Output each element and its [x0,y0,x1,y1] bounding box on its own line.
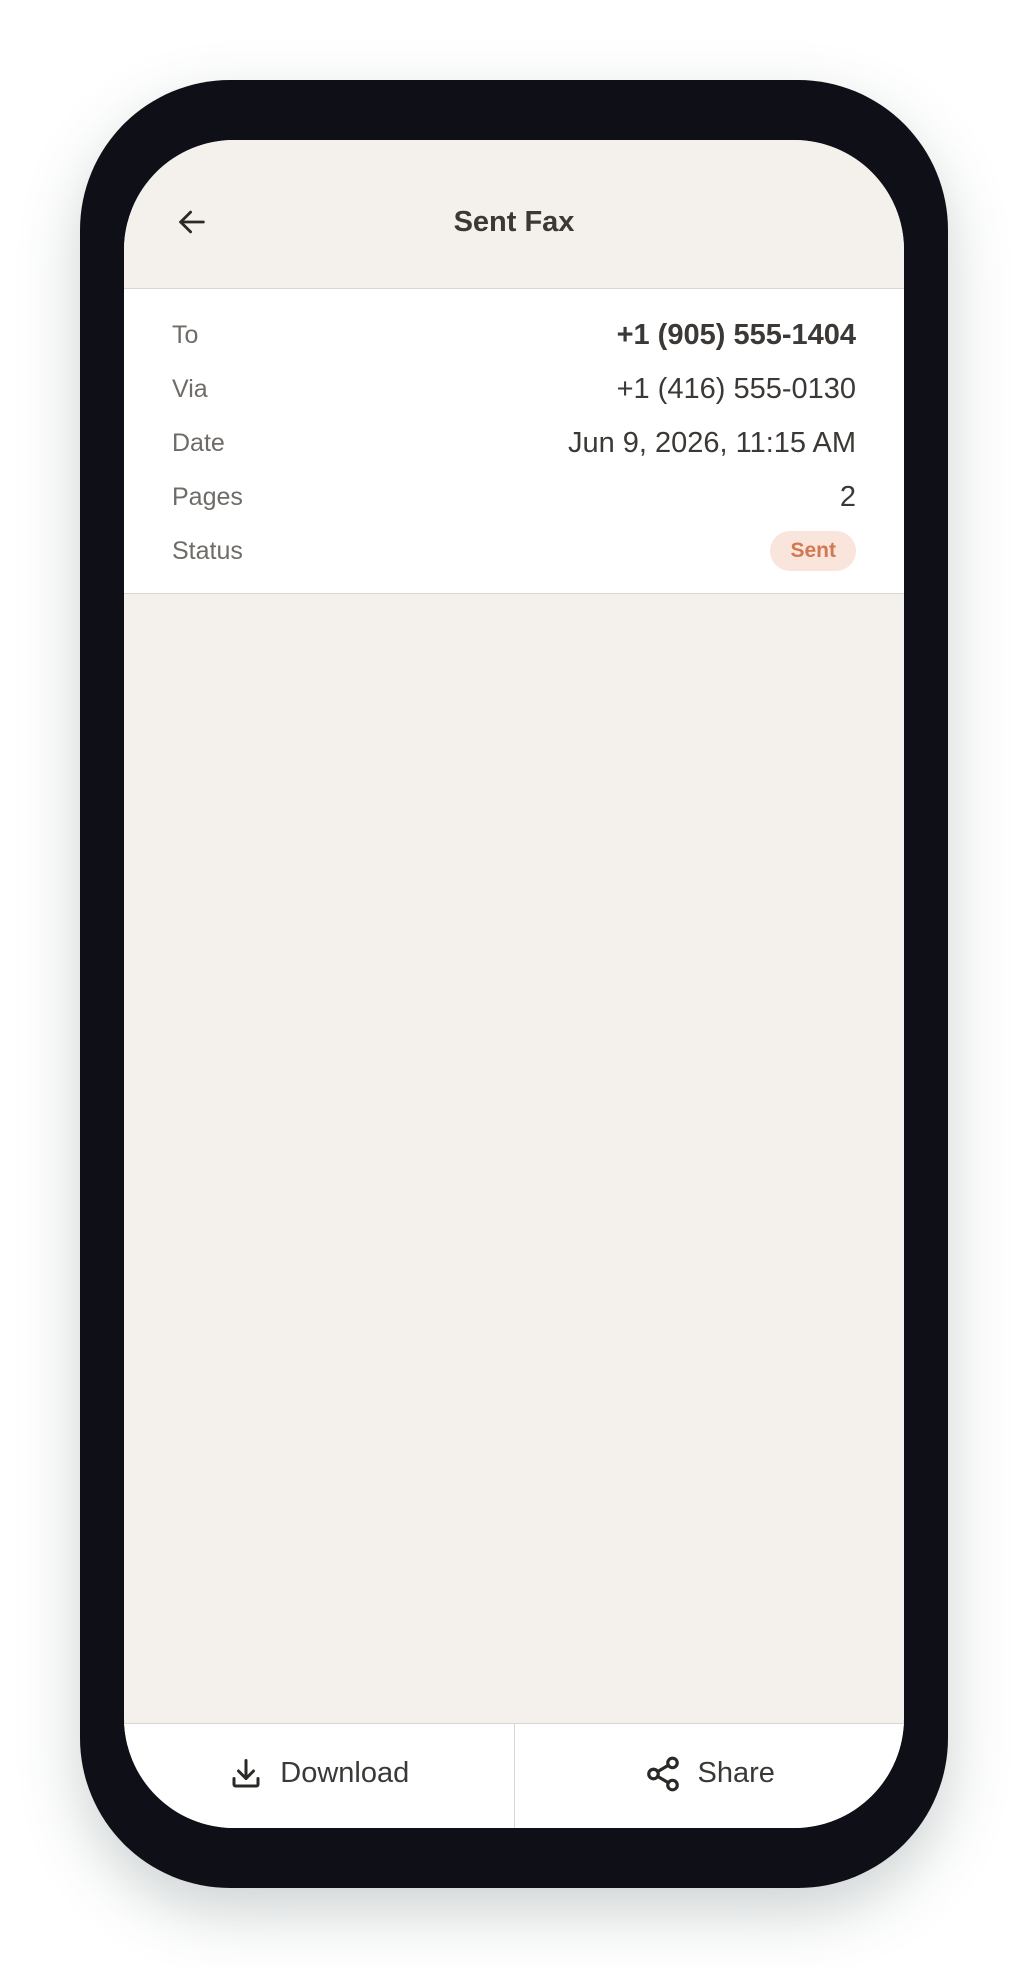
detail-row-date: Date Jun 9, 2026, 11:15 AM [172,423,856,463]
status-badge: Sent [770,531,856,571]
detail-label-to: To [172,320,199,349]
sent-date: Jun 9, 2026, 11:15 AM [567,426,856,459]
page-count: 2 [839,480,856,513]
share-icon [644,1755,682,1793]
detail-label-date: Date [172,428,225,457]
page-title: Sent Fax [453,206,575,238]
share-label: Share [697,1757,775,1789]
phone-frame: Sent Fax To +1 (905) 555-1404 Via +1 (41… [80,80,948,1888]
share-button[interactable]: Share [515,1724,905,1828]
screen: Sent Fax To +1 (905) 555-1404 Via +1 (41… [124,140,904,1828]
download-icon [228,1756,264,1792]
detail-row-status: Status Sent [172,531,856,571]
detail-row-pages: Pages 2 [172,477,856,517]
download-button[interactable]: Download [124,1724,514,1828]
detail-label-via: Via [172,374,208,403]
detail-row-via: Via +1 (416) 555-0130 [172,369,856,409]
detail-label-pages: Pages [172,482,243,511]
app-bar: Sent Fax [124,140,904,289]
detail-label-status: Status [172,536,243,565]
fax-details-card: To +1 (905) 555-1404 Via +1 (416) 555-01… [124,289,904,594]
sender-number: +1 (416) 555-0130 [616,372,856,405]
recipient-number: +1 (905) 555-1404 [616,318,856,351]
detail-row-to: To +1 (905) 555-1404 [172,315,856,355]
download-label: Download [280,1757,410,1789]
action-bar: Download Share [124,1723,904,1828]
